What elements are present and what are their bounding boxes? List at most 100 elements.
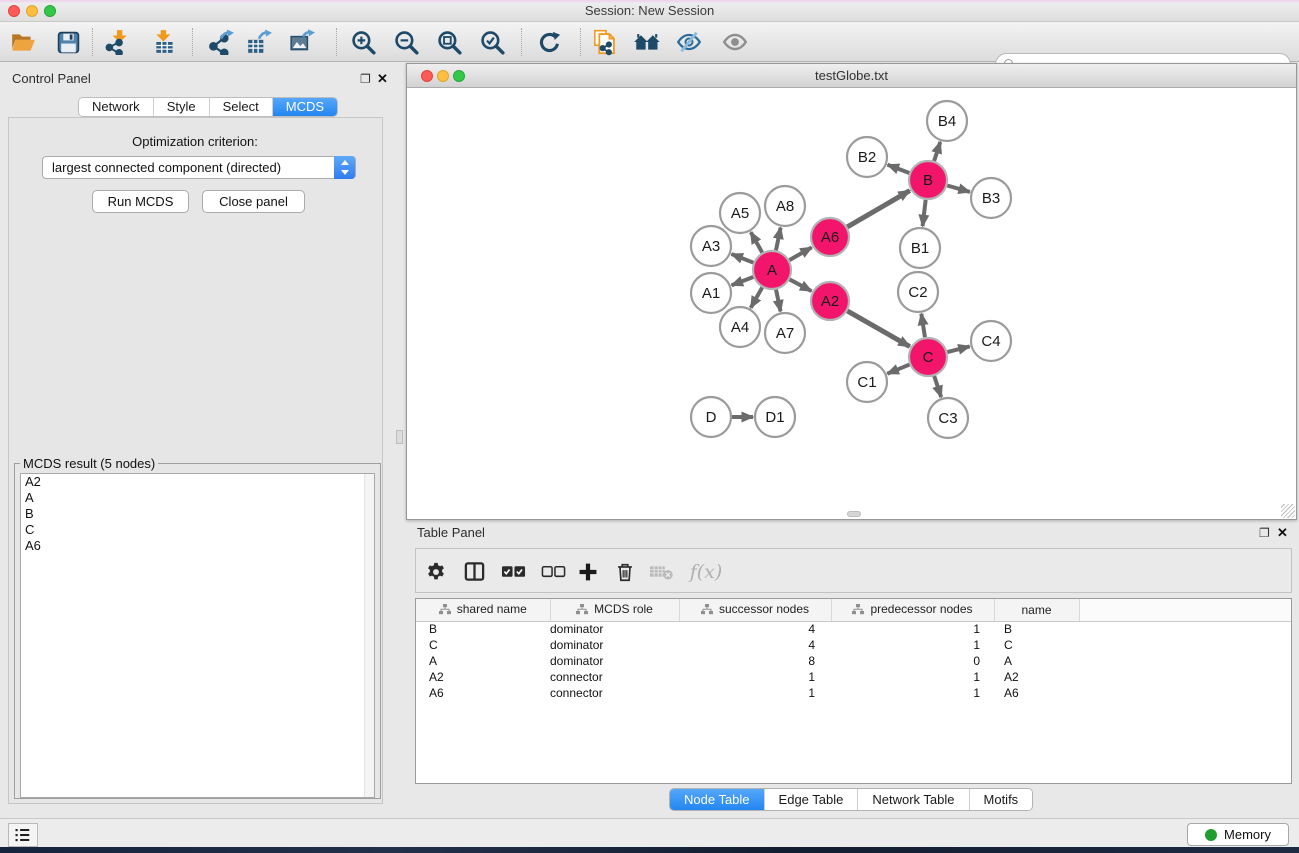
table-cell[interactable]: 0	[831, 653, 994, 669]
table-row[interactable]: A2connector11A2	[416, 669, 1292, 685]
task-history-button[interactable]	[8, 823, 38, 847]
table-row[interactable]: Cdominator41C	[416, 637, 1292, 653]
table-cell[interactable]: A2	[994, 669, 1079, 685]
mcds-result-list[interactable]: A2ABCA6	[20, 473, 375, 798]
table-header[interactable]: shared nameMCDS rolesuccessor nodesprede…	[416, 599, 1292, 621]
criterion-dropdown[interactable]: largest connected component (directed)	[42, 156, 356, 179]
list-scrollbar[interactable]	[364, 474, 374, 797]
table-cell[interactable]: 1	[679, 685, 831, 701]
table-cell[interactable]: C	[994, 637, 1079, 653]
tab-mcds[interactable]: MCDS	[273, 98, 337, 116]
column-header-name[interactable]: name	[994, 599, 1079, 621]
table-cell[interactable]: dominator	[550, 637, 679, 653]
graph-edge-A2-C[interactable]	[847, 311, 909, 347]
table-cell[interactable]: dominator	[550, 621, 679, 637]
tab-motifs[interactable]: Motifs	[970, 789, 1033, 810]
tab-style[interactable]: Style	[154, 98, 210, 116]
export-network-button[interactable]	[204, 25, 238, 59]
graph-edge-A-A5[interactable]	[751, 232, 762, 252]
column-header-shared-name[interactable]: shared name	[416, 599, 550, 621]
table-cell[interactable]: connector	[550, 669, 679, 685]
table-cell[interactable]: A6	[416, 685, 550, 701]
delete-column-button[interactable]	[608, 549, 642, 594]
graph-edge-A-A8[interactable]	[776, 228, 781, 251]
open-file-button[interactable]	[6, 25, 40, 59]
table-row[interactable]: Bdominator41B	[416, 621, 1292, 637]
table-cell[interactable]: 1	[831, 637, 994, 653]
tab-select[interactable]: Select	[210, 98, 273, 116]
column-header-MCDS-role[interactable]: MCDS role	[550, 599, 679, 621]
network-resize-grip[interactable]	[1281, 504, 1295, 518]
graph-edge-B-B4[interactable]	[934, 142, 940, 161]
mcds-result-item[interactable]: A2	[21, 474, 374, 490]
tab-network[interactable]: Network	[79, 98, 154, 116]
mcds-result-item[interactable]: C	[21, 522, 374, 538]
graph-edge-C-C4[interactable]	[947, 346, 969, 352]
zoom-in-button[interactable]	[346, 25, 380, 59]
select-all-button[interactable]	[496, 549, 530, 594]
table-row[interactable]: Adominator80A	[416, 653, 1292, 669]
table-cell[interactable]: A6	[994, 685, 1079, 701]
zoom-fit-button[interactable]	[432, 25, 466, 59]
control-panel-close-button[interactable]: ✕	[377, 71, 388, 87]
mcds-result-item[interactable]: A6	[21, 538, 374, 554]
network-hscroll-thumb[interactable]	[847, 511, 861, 517]
panel-splitter-handle[interactable]	[396, 430, 403, 444]
graph-edge-B-B3[interactable]	[947, 185, 970, 191]
export-image-button[interactable]	[285, 25, 319, 59]
graph-edge-A-A4[interactable]	[751, 287, 762, 307]
tab-node-table[interactable]: Node Table	[670, 789, 765, 810]
table-cell[interactable]: connector	[550, 685, 679, 701]
table-cell[interactable]: A2	[416, 669, 550, 685]
table-cell[interactable]: dominator	[550, 653, 679, 669]
table-settings-button[interactable]	[419, 549, 453, 594]
zoom-out-button[interactable]	[389, 25, 423, 59]
graph-edge-A-A3[interactable]	[731, 254, 753, 263]
table-cell[interactable]: 1	[831, 685, 994, 701]
create-column-button[interactable]	[571, 549, 605, 594]
network-canvas[interactable]: B4B2BB3A5A8A6B1A3AA1C2A2A4A7C4CC1C3DD1	[407, 88, 1296, 519]
zoom-selected-button[interactable]	[475, 25, 509, 59]
close-panel-button[interactable]: Close panel	[202, 190, 305, 213]
table-panel-close-button[interactable]: ✕	[1277, 525, 1288, 541]
column-header-predecessor-nodes[interactable]: predecessor nodes	[831, 599, 994, 621]
memory-button[interactable]: Memory	[1187, 823, 1289, 846]
apply-layout-button[interactable]	[532, 25, 566, 59]
tab-network-table[interactable]: Network Table	[858, 789, 969, 810]
show-all-button[interactable]	[718, 25, 752, 59]
save-session-button[interactable]	[51, 25, 85, 59]
table-cell[interactable]: B	[994, 621, 1079, 637]
new-network-from-selection-button[interactable]	[588, 25, 622, 59]
deselect-all-button[interactable]	[536, 549, 570, 594]
run-mcds-button[interactable]: Run MCDS	[92, 190, 189, 213]
tab-edge-table[interactable]: Edge Table	[765, 789, 859, 810]
network-window-titlebar[interactable]: testGlobe.txt	[407, 64, 1296, 88]
graph-edge-C-C1[interactable]	[887, 365, 909, 374]
function-builder-button[interactable]: f(x)	[684, 549, 728, 594]
export-table-button[interactable]	[242, 25, 276, 59]
table-row[interactable]: A6connector11A6	[416, 685, 1292, 701]
table-cell[interactable]: 4	[679, 621, 831, 637]
table-cell[interactable]: 1	[679, 669, 831, 685]
import-network-button[interactable]	[101, 25, 135, 59]
graph-edge-A-A2[interactable]	[790, 279, 812, 291]
column-manager-button[interactable]	[457, 549, 491, 594]
graph-edge-A-A7[interactable]	[776, 290, 781, 312]
graph-edge-C-C3[interactable]	[934, 376, 941, 397]
graph-edge-A6-B[interactable]	[847, 191, 910, 227]
table-cell[interactable]: 8	[679, 653, 831, 669]
table-cell[interactable]: 4	[679, 637, 831, 653]
graph-edge-A-A1[interactable]	[732, 277, 754, 285]
delete-table-button[interactable]	[645, 549, 679, 594]
mcds-result-item[interactable]: B	[21, 506, 374, 522]
mcds-result-item[interactable]: A	[21, 490, 374, 506]
graph-edge-B-B2[interactable]	[888, 165, 910, 173]
import-table-button[interactable]	[148, 25, 182, 59]
graph-edge-A-A6[interactable]	[789, 247, 811, 260]
graph-edge-B-B1[interactable]	[923, 200, 926, 226]
table-cell[interactable]: 1	[831, 669, 994, 685]
table-cell[interactable]: 1	[831, 621, 994, 637]
table-panel-float-button[interactable]: ❐	[1259, 526, 1270, 540]
table-cell[interactable]: A	[416, 653, 550, 669]
hide-selection-button[interactable]	[672, 25, 706, 59]
